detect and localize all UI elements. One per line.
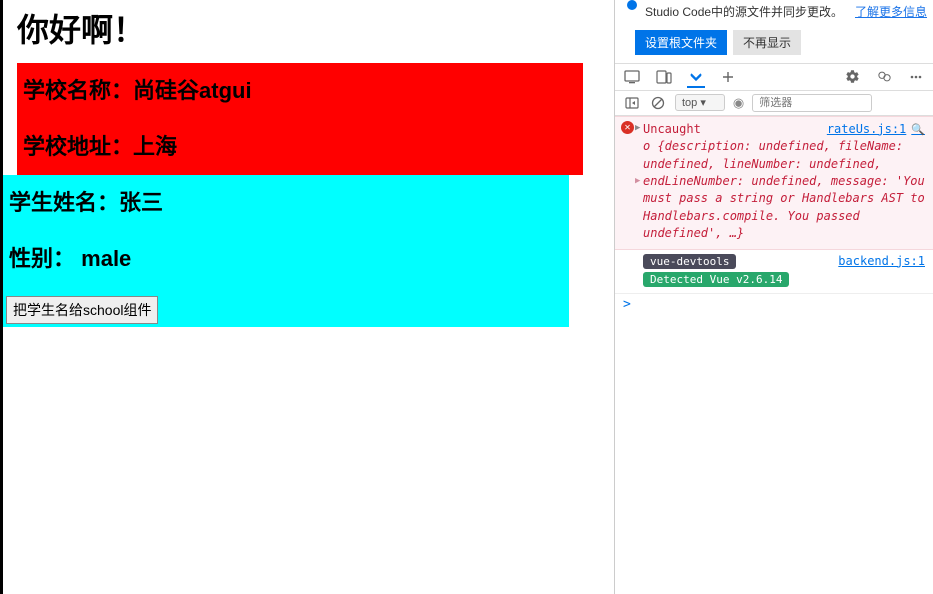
live-expression-icon[interactable]: ◉ <box>733 95 744 111</box>
pass-name-button[interactable]: 把学生名给school组件 <box>6 296 158 324</box>
devtools-tab-bar <box>615 63 933 91</box>
more-tabs-icon[interactable] <box>687 70 705 88</box>
student-component: 学生姓名：张三 性别： male 把学生名给school组件 <box>3 175 569 327</box>
school-addr-value: 上海 <box>133 134 177 159</box>
console-body: ✕ ▶ ▶ rateUs.js:1 Uncaught o {descriptio… <box>615 116 933 594</box>
error-source-link[interactable]: rateUs.js:1 <box>827 121 925 138</box>
vscode-hint-text: Studio Code中的源文件并同步更改。 <box>645 5 843 19</box>
error-x-icon: ✕ <box>621 121 634 134</box>
expand-arrow-icon-2[interactable]: ▶ <box>635 175 640 188</box>
vue-detected-message: backend.js:1 vue-devtools Detected Vue v… <box>615 250 933 294</box>
device-mode-icon[interactable] <box>623 68 641 86</box>
student-sex-label: 性别： <box>9 246 75 271</box>
learn-more-link[interactable]: 了解更多信息 <box>855 4 927 21</box>
console-filter-input[interactable] <box>752 94 872 112</box>
settings-gear-icon[interactable] <box>843 68 861 86</box>
expand-arrow-icon[interactable]: ▶ <box>635 122 640 135</box>
error-body: o {description: undefined, fileName: und… <box>643 139 925 240</box>
student-name-value: 张三 <box>119 190 163 215</box>
vue-version-badge: Detected Vue v2.6.14 <box>643 272 789 287</box>
school-name-value: 尚硅谷atgui <box>133 78 252 103</box>
customize-icon[interactable] <box>875 68 893 86</box>
page-title: 你好啊！ <box>17 5 614 51</box>
vscode-source-hint: Studio Code中的源文件并同步更改。 了解更多信息 <box>615 0 933 25</box>
console-prompt[interactable]: > <box>615 294 933 315</box>
sidebar-toggle-icon[interactable] <box>623 94 641 112</box>
info-source-link[interactable]: backend.js:1 <box>838 254 925 268</box>
clear-console-icon[interactable] <box>649 94 667 112</box>
student-sex-row: 性别： male <box>3 231 569 287</box>
school-component: 学校名称：尚硅谷atgui 学校地址：上海 <box>17 63 583 175</box>
student-name-label: 学生姓名： <box>9 190 119 215</box>
dock-side-icon[interactable] <box>655 68 673 86</box>
student-name-row: 学生姓名：张三 <box>3 175 569 231</box>
school-addr-row: 学校地址：上海 <box>17 119 583 175</box>
app-viewport: 你好啊！ 学校名称：尚硅谷atgui 学校地址：上海 学生姓名：张三 性别： m… <box>0 0 614 594</box>
console-toolbar: top ▾ ◉ <box>615 91 933 116</box>
devtools-panel: Studio Code中的源文件并同步更改。 了解更多信息 设置根文件夹 不再显… <box>614 0 933 594</box>
console-error-message[interactable]: ✕ ▶ ▶ rateUs.js:1 Uncaught o {descriptio… <box>615 116 933 250</box>
school-name-label: 学校名称： <box>23 78 133 103</box>
frame-context-select[interactable]: top ▾ <box>675 94 725 111</box>
info-dot-icon <box>627 0 637 10</box>
dismiss-button[interactable]: 不再显示 <box>733 30 801 55</box>
add-tab-icon[interactable] <box>719 68 737 86</box>
vue-devtools-badge: vue-devtools <box>643 254 736 269</box>
student-sex-value: male <box>81 246 131 271</box>
vscode-hint-buttons: 设置根文件夹 不再显示 <box>615 25 933 63</box>
set-root-folder-button[interactable]: 设置根文件夹 <box>635 30 727 55</box>
kebab-menu-icon[interactable] <box>907 68 925 86</box>
school-addr-label: 学校地址： <box>23 134 133 159</box>
error-title: Uncaught <box>643 122 701 136</box>
school-name-row: 学校名称：尚硅谷atgui <box>17 63 583 119</box>
